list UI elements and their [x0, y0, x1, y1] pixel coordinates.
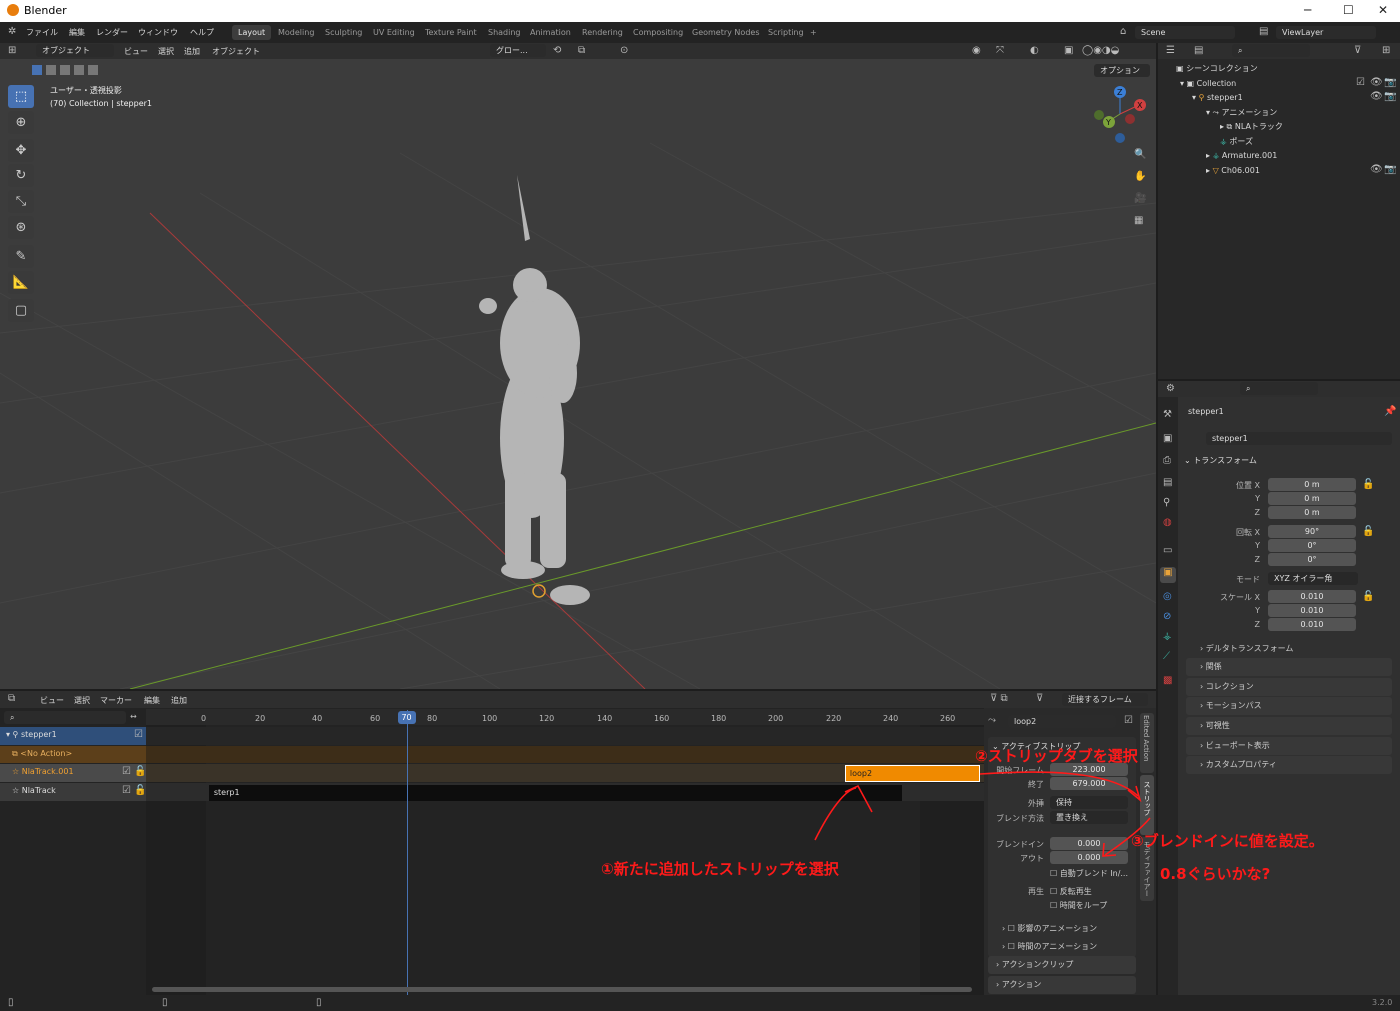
annotation-2: ②ストリップタブを選択 [975, 747, 1138, 765]
annotation-3: ③ブレンドインに値を設定。 [1131, 832, 1324, 850]
mouse-right-icon: ▯ [316, 997, 322, 1008]
status-bar: ▯ ▯ ▯ 3.2.0 [0, 995, 1400, 1011]
mouse-middle-icon: ▯ [162, 997, 168, 1008]
mouse-left-icon: ▯ [8, 997, 14, 1008]
annotation-4: 0.8ぐらいかな? [1160, 865, 1271, 883]
annotation-1: ①新たに追加したストリップを選択 [601, 860, 839, 878]
version-label: 3.2.0 [1372, 998, 1393, 1007]
